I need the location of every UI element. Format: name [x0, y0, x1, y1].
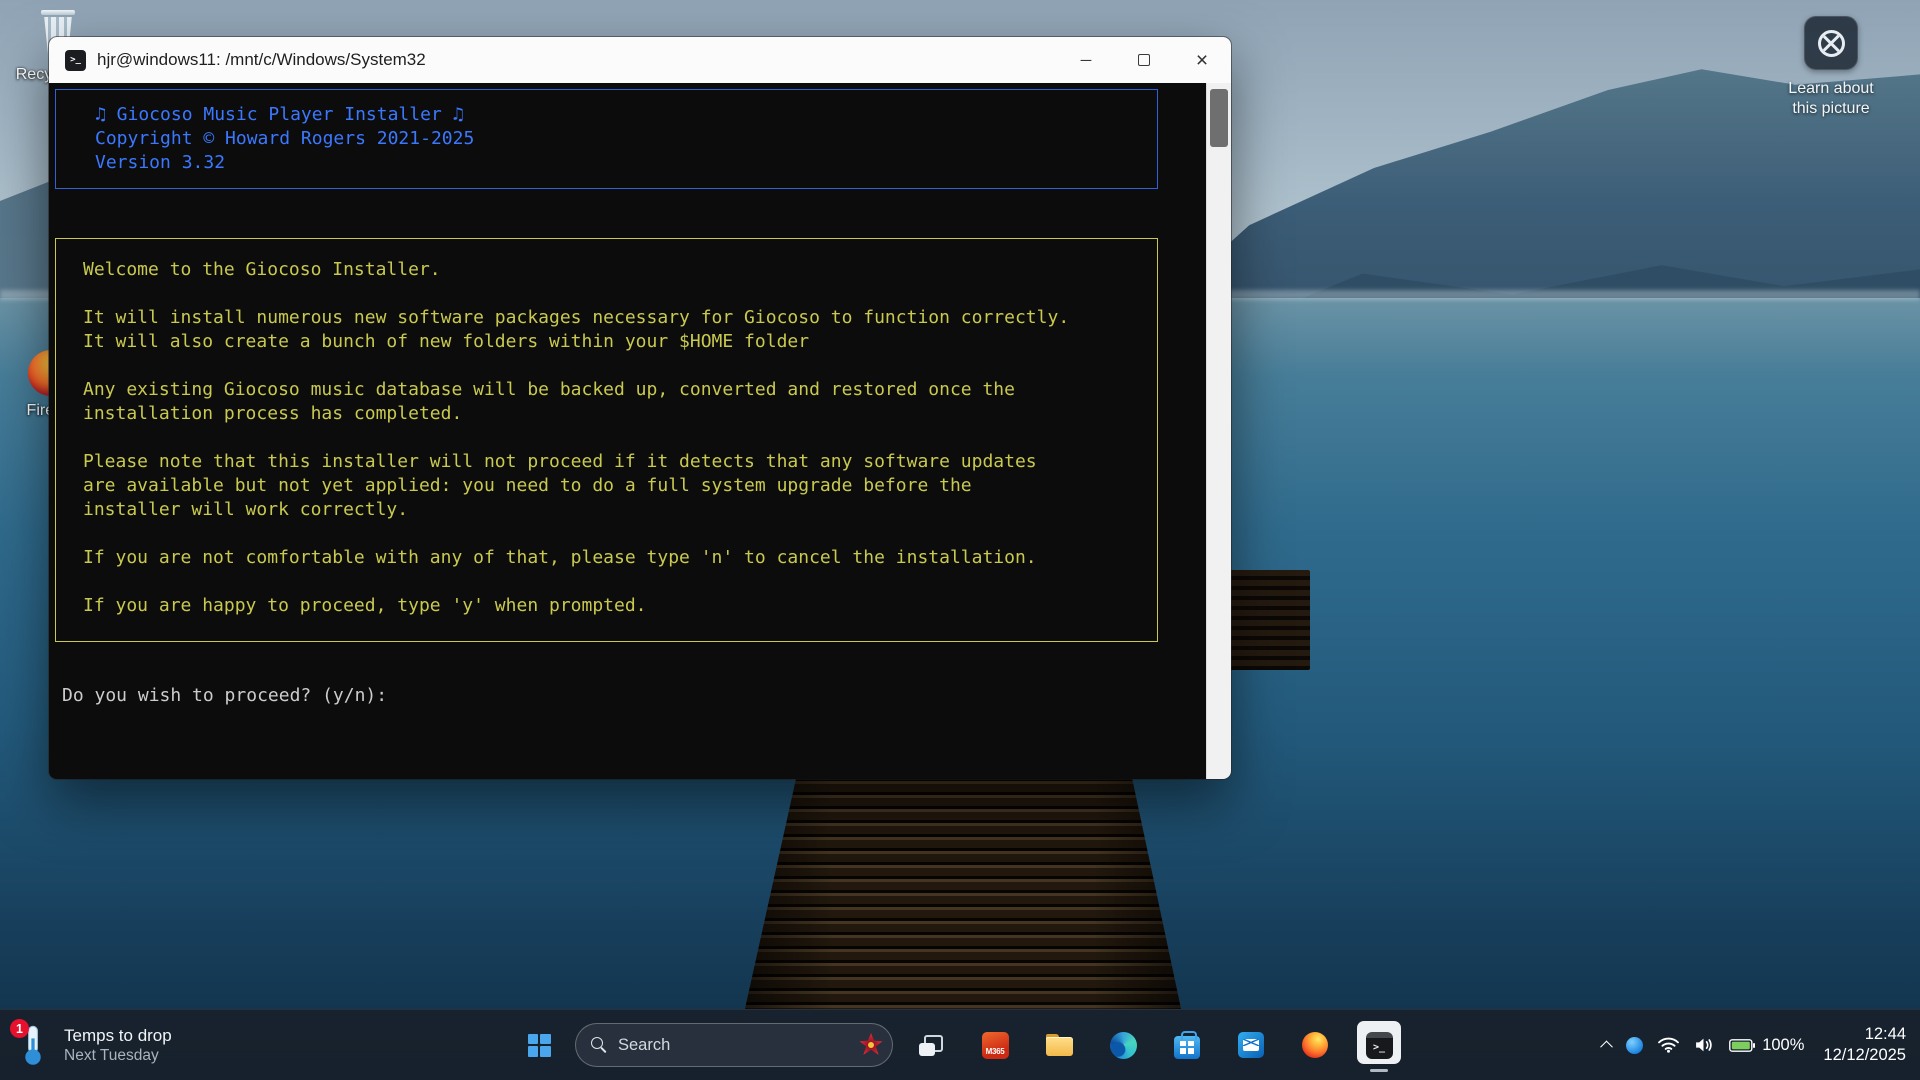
terminal-line: If you are happy to proceed, type 'y' wh…: [83, 594, 1157, 618]
outlook-icon: [1238, 1032, 1264, 1058]
terminal-line: Welcome to the Giocoso Installer.: [83, 258, 1157, 282]
weather-text: Temps to drop Next Tuesday: [64, 1025, 172, 1066]
search-icon: [591, 1037, 607, 1053]
taskbar: 1 Temps to drop Next Tuesday M365: [0, 1009, 1920, 1080]
taskbar-firefox-button[interactable]: [1289, 1016, 1341, 1074]
window-controls: ─ ×: [1057, 37, 1231, 83]
terminal-app-icon: >_: [65, 50, 86, 71]
search-input[interactable]: [618, 1036, 848, 1055]
spotlight-label: Learn about this picture: [1788, 79, 1873, 119]
terminal-line: [83, 522, 1157, 546]
taskbar-search[interactable]: [575, 1023, 893, 1067]
terminal-taskbar-icon: >_: [1366, 1032, 1393, 1059]
terminal-line: [83, 282, 1157, 306]
clock-date: 12/12/2025: [1823, 1045, 1906, 1066]
desktop: Recycle Bin Firefox Learn about this pic…: [0, 0, 1920, 1080]
microsoft-store-icon: [1174, 1036, 1200, 1059]
wifi-icon[interactable]: [1658, 1037, 1679, 1053]
battery-indicator[interactable]: 100%: [1729, 1036, 1804, 1055]
close-button[interactable]: ×: [1173, 37, 1231, 83]
terminal-line: are available but not yet applied: you n…: [83, 474, 1157, 498]
installer-copyright: Copyright © Howard Rogers 2021-2025: [95, 127, 1157, 151]
battery-icon: [1729, 1039, 1755, 1052]
terminal-line: installation process has completed.: [83, 402, 1157, 426]
weather-subtext: Next Tuesday: [64, 1046, 172, 1066]
task-view-icon: [919, 1035, 943, 1056]
taskbar-terminal-button[interactable]: >_: [1353, 1016, 1405, 1074]
terminal-line: It will install numerous new software pa…: [83, 306, 1157, 330]
terminal-line: Please note that this installer will not…: [83, 450, 1157, 474]
terminal-scrollbar[interactable]: [1206, 83, 1231, 779]
weather-headline: Temps to drop: [64, 1025, 172, 1046]
maximize-button[interactable]: [1115, 37, 1173, 83]
taskbar-m365-button[interactable]: M365: [969, 1016, 1021, 1074]
installer-welcome-box: Welcome to the Giocoso Installer. It wil…: [55, 238, 1158, 642]
window-titlebar[interactable]: >_ hjr@windows11: /mnt/c/Windows/System3…: [49, 37, 1231, 83]
terminal-line: [83, 354, 1157, 378]
maximize-icon: [1138, 54, 1150, 66]
terminal-line: Any existing Giocoso music database will…: [83, 378, 1157, 402]
volume-icon[interactable]: [1694, 1037, 1714, 1053]
system-tray: 100% 12:44 12/12/2025: [1602, 1010, 1906, 1080]
taskbar-center: M365 >_: [515, 1010, 1405, 1080]
weather-icon: 1: [18, 1023, 52, 1067]
taskbar-clock[interactable]: 12:44 12/12/2025: [1823, 1024, 1906, 1066]
terminal-window: >_ hjr@windows11: /mnt/c/Windows/System3…: [49, 37, 1231, 779]
m365-icon: M365: [982, 1032, 1009, 1059]
search-seasonal-flower-icon: [859, 1033, 883, 1057]
window-title: hjr@windows11: /mnt/c/Windows/System32: [97, 50, 426, 70]
terminal-output[interactable]: ♫ Giocoso Music Player Installer ♫ Copyr…: [49, 83, 1206, 779]
notification-badge: 1: [10, 1019, 29, 1038]
battery-percent: 100%: [1762, 1036, 1804, 1055]
weather-widget[interactable]: 1 Temps to drop Next Tuesday: [18, 1010, 172, 1080]
minimize-button[interactable]: ─: [1057, 37, 1115, 83]
taskbar-store-button[interactable]: [1161, 1016, 1213, 1074]
taskbar-outlook-button[interactable]: [1225, 1016, 1277, 1074]
terminal-line: If you are not comfortable with any of t…: [83, 546, 1157, 570]
scrollbar-thumb[interactable]: [1210, 89, 1228, 147]
spotlight-widget[interactable]: Learn about this picture: [1756, 16, 1906, 119]
terminal-line: [83, 426, 1157, 450]
firefox-taskbar-icon: [1302, 1032, 1328, 1058]
taskbar-file-explorer-button[interactable]: [1033, 1016, 1085, 1074]
installer-title: ♫ Giocoso Music Player Installer ♫: [95, 103, 1157, 127]
wallpaper-pier-platform: [1222, 570, 1310, 670]
edge-icon: [1110, 1032, 1137, 1059]
tray-app-icon[interactable]: [1626, 1037, 1643, 1054]
start-button[interactable]: [515, 1016, 563, 1074]
terminal-line: It will also create a bunch of new folde…: [83, 330, 1157, 354]
installer-version: Version 3.32: [95, 151, 1157, 175]
terminal-line: installer will work correctly.: [83, 498, 1157, 522]
tray-overflow-chevron[interactable]: [1602, 1041, 1611, 1050]
file-explorer-icon: [1046, 1034, 1073, 1057]
taskbar-task-view-button[interactable]: [905, 1016, 957, 1074]
windows-logo-icon: [528, 1034, 551, 1057]
installer-header-box: ♫ Giocoso Music Player Installer ♫ Copyr…: [55, 89, 1158, 189]
proceed-prompt: Do you wish to proceed? (y/n):: [62, 684, 1206, 708]
taskbar-edge-button[interactable]: [1097, 1016, 1149, 1074]
spotlight-icon[interactable]: [1804, 16, 1858, 70]
clock-time: 12:44: [1823, 1024, 1906, 1045]
terminal-line: [83, 570, 1157, 594]
